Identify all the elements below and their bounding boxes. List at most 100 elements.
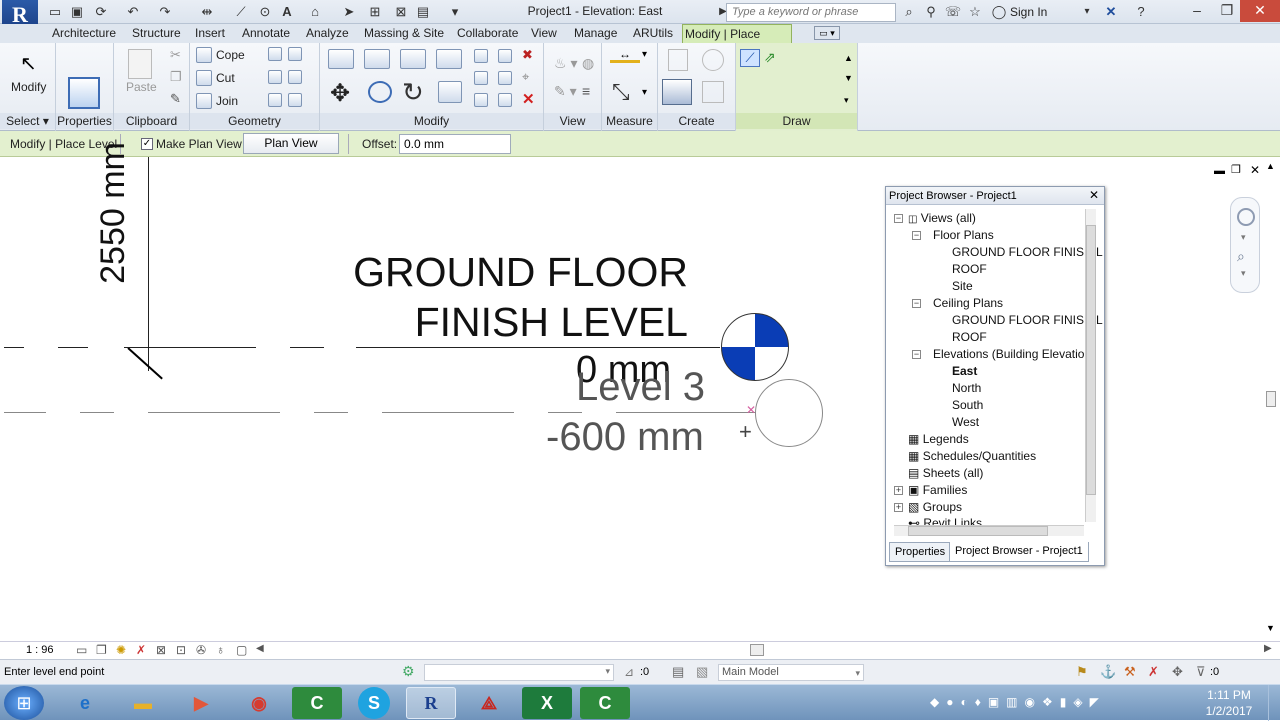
tree-groups[interactable]: ▧ Groups: [908, 500, 962, 514]
section-icon[interactable]: ➤: [340, 3, 358, 21]
mirror-draw-icon[interactable]: [436, 49, 462, 69]
collapse-views-icon[interactable]: −: [894, 214, 903, 223]
pick-lines-icon[interactable]: ⇗: [764, 49, 776, 66]
detail-level-icon[interactable]: ▭: [76, 643, 87, 657]
measure-dropdown-icon[interactable]: ▾: [642, 49, 647, 60]
tab-structure[interactable]: Structure: [130, 24, 183, 43]
tree-elevations[interactable]: Elevations (Building Elevation: [933, 347, 1091, 361]
align-icon[interactable]: [328, 49, 354, 69]
tab-modify-place-level[interactable]: Modify | Place Level: [682, 24, 792, 59]
create-group-icon[interactable]: [662, 79, 692, 105]
cut-clipboard-icon[interactable]: ✂: [170, 47, 181, 63]
wall-joins-icon[interactable]: [268, 47, 282, 61]
tab-manage[interactable]: Manage: [572, 24, 619, 43]
camtasia-recorder-icon[interactable]: C: [580, 687, 630, 719]
workset-select[interactable]: ▾: [424, 664, 614, 681]
sign-in-dropdown-icon[interactable]: ▾: [1078, 3, 1096, 21]
tree-cp-item[interactable]: ROOF: [952, 330, 987, 344]
exclude-options-icon[interactable]: ▧: [696, 664, 708, 680]
expand-groups-icon[interactable]: +: [894, 503, 903, 512]
tree-el-item[interactable]: South: [952, 398, 983, 412]
draw-scroll-down-icon[interactable]: ▼: [844, 73, 853, 83]
tree-families[interactable]: ▣ Families: [908, 483, 967, 497]
ribbon-minimize-icon[interactable]: ▭ ▾: [814, 26, 840, 40]
aligned-dim-icon[interactable]: ⤡: [612, 79, 630, 105]
undo-icon[interactable]: ↶: [124, 3, 142, 21]
make-plan-view-checkbox[interactable]: ✓: [141, 138, 153, 150]
rotate-icon[interactable]: ↻: [402, 77, 424, 108]
start-button[interactable]: ⊞: [4, 686, 44, 720]
zoom-dropdown-icon[interactable]: ▾: [1241, 268, 1246, 279]
visual-style-icon[interactable]: ❐: [96, 643, 107, 657]
tab-annotate[interactable]: Annotate: [240, 24, 292, 43]
offset-input[interactable]: 0.0 mm: [399, 134, 511, 154]
analytical-model-icon[interactable]: ▢: [236, 643, 247, 657]
temporary-hide-icon[interactable]: ✇: [196, 643, 206, 657]
sync-icon[interactable]: ⟳: [92, 3, 110, 21]
paste-icon[interactable]: [128, 49, 152, 79]
tab-massing-site[interactable]: Massing & Site: [362, 24, 446, 43]
level-2-name[interactable]: Level 3: [576, 365, 705, 410]
level-1-line[interactable]: [356, 347, 720, 348]
show-crop-icon[interactable]: ⊡: [176, 643, 186, 657]
move-icon[interactable]: ✥: [330, 79, 350, 108]
draw-expand-icon[interactable]: ▾: [844, 95, 849, 106]
tree-fp-item[interactable]: ROOF: [952, 262, 987, 276]
search-input[interactable]: Type a keyword or phrase: [726, 3, 896, 22]
shadows-icon[interactable]: ✗: [136, 643, 146, 657]
demolish-icon[interactable]: [288, 70, 302, 84]
array-icon[interactable]: [474, 71, 488, 85]
tree-sheets[interactable]: ▤ Sheets (all): [908, 466, 983, 480]
copy-icon[interactable]: ❐: [170, 69, 182, 85]
select-by-face-icon[interactable]: ✗: [1148, 664, 1159, 680]
project-browser-close-icon[interactable]: ✕: [1089, 188, 1099, 202]
tab-insert[interactable]: Insert: [193, 24, 227, 43]
hide-element-icon[interactable]: ◍: [582, 55, 594, 72]
level-1-name[interactable]: GROUND FLOOR FINISH LEVEL: [318, 247, 688, 347]
steering-wheel-icon[interactable]: [1237, 208, 1255, 226]
system-tray-icons[interactable]: ◆●◐♦▣▥◉❖▮◈◤: [930, 695, 1106, 709]
h-scroll-thumb[interactable]: [750, 644, 764, 656]
dimension-text[interactable]: 2550 mm: [94, 133, 134, 293]
user-icon[interactable]: ◯: [990, 3, 1008, 21]
measure-between-icon[interactable]: ↔: [610, 48, 640, 63]
create-parts-icon[interactable]: [702, 49, 724, 71]
v-scroll-down-icon[interactable]: ▼: [1266, 623, 1275, 633]
tree-cp-item[interactable]: GROUND FLOOR FINISH L: [952, 313, 1103, 327]
acrobat-icon[interactable]: ⟁: [464, 687, 514, 719]
h-scroll-right-icon[interactable]: ▶: [1264, 643, 1272, 654]
select-pinned-icon[interactable]: ⚒: [1124, 664, 1136, 680]
editing-requests-icon[interactable]: ⊿: [624, 665, 634, 679]
tab-view[interactable]: View: [529, 24, 559, 43]
split-gap-icon[interactable]: [498, 49, 512, 63]
close-hidden-icon[interactable]: ⊠: [392, 3, 410, 21]
design-options-icon[interactable]: ▤: [672, 664, 684, 680]
tab-arutils[interactable]: ARUtils: [631, 24, 675, 43]
mirror-axis-icon[interactable]: [400, 49, 426, 69]
trim-extend-icon[interactable]: [438, 81, 462, 103]
tree-views-all[interactable]: ◫ Views (all): [908, 211, 976, 225]
communication-icon[interactable]: ☏: [944, 3, 962, 21]
level-1-head-symbol[interactable]: [721, 313, 789, 381]
pb-h-scroll-thumb[interactable]: [908, 526, 1048, 536]
tree-fp-item[interactable]: Site: [952, 279, 973, 293]
trim-multiple-icon[interactable]: [498, 93, 512, 107]
clock-time[interactable]: 1:11 PM: [1194, 688, 1264, 702]
view-restore-icon[interactable]: ❐: [1231, 163, 1241, 176]
switch-windows-icon[interactable]: ▤: [414, 3, 432, 21]
level-2-elevation[interactable]: -600 mm: [546, 415, 704, 460]
offset-icon[interactable]: [364, 49, 390, 69]
cut-button[interactable]: Cut: [216, 71, 235, 85]
view-minimize-icon[interactable]: ▬: [1214, 165, 1225, 177]
drawing-area[interactable]: ▬ ❐ ✕ ▲ ▼ ▾ ⌕ ▾ 2550 mm GROUND FLOOR FIN…: [0, 142, 1280, 641]
pb-h-scrollbar[interactable]: [894, 525, 1084, 536]
aligned-dimension-icon[interactable]: ⟋: [232, 3, 250, 21]
measure-icon[interactable]: ⇹: [198, 3, 216, 21]
favorites-star-icon[interactable]: ☆: [966, 3, 984, 21]
tree-schedules[interactable]: ▦ Schedules/Quantities: [908, 449, 1036, 463]
tab-project-browser[interactable]: Project Browser - Project1: [949, 542, 1089, 562]
tree-el-item-active[interactable]: East: [952, 364, 977, 378]
restore-button[interactable]: ❐: [1210, 0, 1244, 22]
close-button[interactable]: ✕: [1240, 0, 1280, 22]
pin-icon[interactable]: ⌖: [522, 69, 529, 85]
